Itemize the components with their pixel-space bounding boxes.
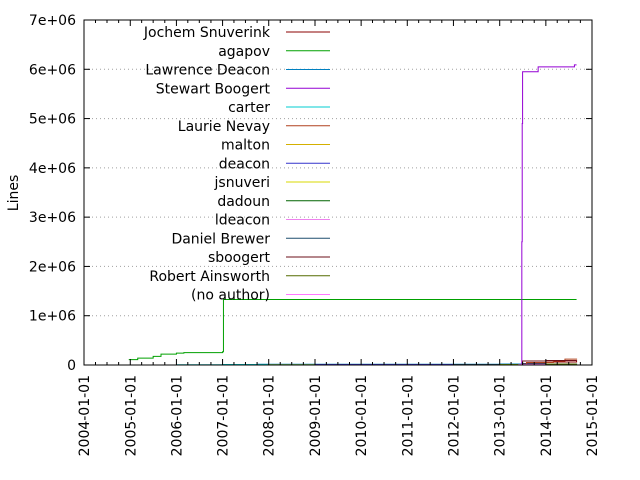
y-axis-label: Lines	[6, 175, 22, 211]
x-tick-label: 2009-01-01	[308, 375, 324, 456]
legend-label: Jochem Snuverink	[143, 25, 271, 41]
legend-label: Stewart Boogert	[156, 81, 271, 97]
y-axis: 0 1e+06 2e+06 3e+06 4e+06 5e+06 6e+06 7e+06	[29, 13, 592, 374]
x-tick-label: 2014-01-01	[539, 375, 555, 456]
x-tick-label: 2012-01-01	[446, 375, 462, 456]
x-tick-label: 2013-01-01	[493, 375, 509, 456]
y-tick-label: 5e+06	[29, 112, 76, 128]
legend-label: Robert Ainsworth	[149, 269, 270, 285]
y-tick-label: 4e+06	[29, 161, 76, 177]
x-tick-label: 2010-01-01	[354, 375, 370, 456]
series-lines	[128, 64, 578, 366]
legend-label: ldeacon	[215, 213, 270, 229]
x-tick-label: 2008-01-01	[262, 375, 278, 456]
x-tick-label: 2007-01-01	[216, 375, 232, 456]
x-tick-label: 2005-01-01	[123, 375, 139, 456]
x-tick-label: 2011-01-01	[400, 375, 416, 456]
legend-label: Laurie Nevay	[178, 119, 270, 135]
y-tick-label: 1e+06	[29, 309, 76, 325]
x-tick-label: 2004-01-01	[77, 375, 93, 456]
y-tick-label: 7e+06	[29, 13, 76, 29]
y-tick-label: 2e+06	[29, 259, 76, 275]
legend-label: sboogert	[208, 250, 271, 266]
x-tick-label: 2006-01-01	[169, 375, 185, 456]
legend-label: deacon	[219, 156, 270, 172]
y-tick-label: 6e+06	[29, 62, 76, 78]
chart: 0 1e+06 2e+06 3e+06 4e+06 5e+06 6e+06 7e+06 200…	[6, 13, 601, 456]
legend-label: Lawrence Deacon	[145, 63, 270, 79]
x-tick-label: 2015-01-01	[585, 375, 601, 456]
y-tick-label: 3e+06	[29, 210, 76, 226]
legend-label: agapov	[218, 44, 270, 60]
series-line	[128, 298, 577, 361]
legend-label: Daniel Brewer	[171, 231, 270, 247]
legend-label: carter	[228, 100, 270, 116]
legend-label: (no author)	[191, 288, 270, 304]
legend: Jochem Snuverink agapov Lawrence Deacon Ste…	[143, 25, 330, 304]
legend-label: jsnuveri	[214, 175, 270, 191]
legend-label: malton	[221, 138, 270, 154]
legend-label: dadoun	[217, 194, 270, 210]
series-line	[521, 64, 577, 366]
y-tick-label: 0	[67, 358, 76, 374]
